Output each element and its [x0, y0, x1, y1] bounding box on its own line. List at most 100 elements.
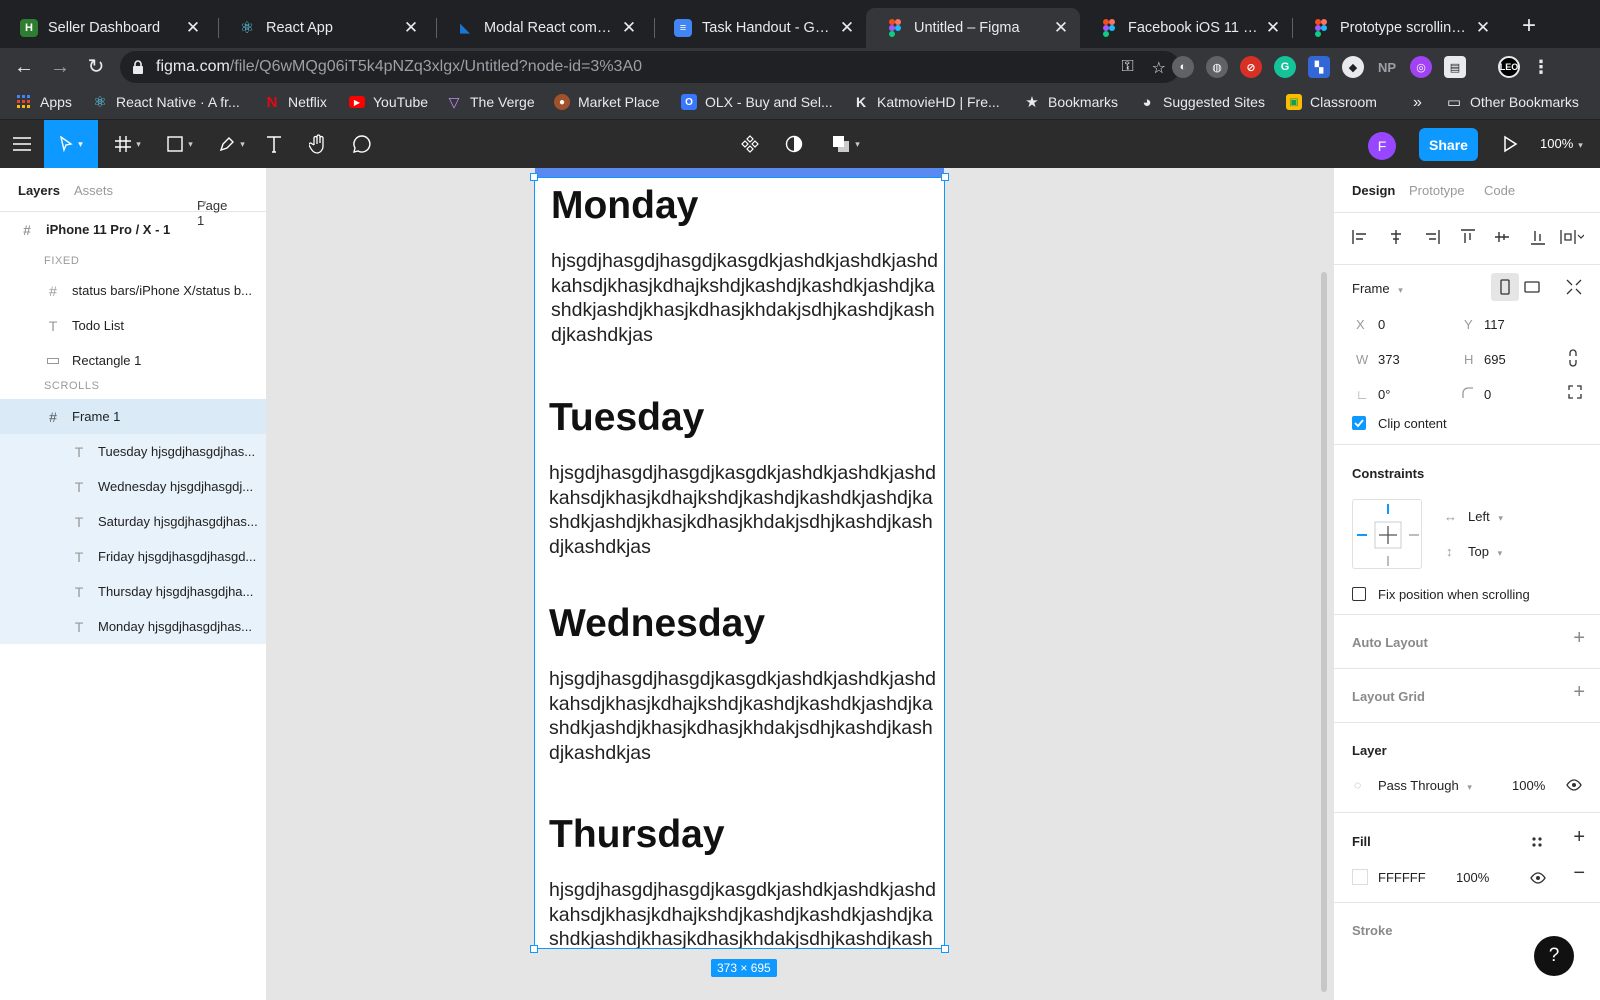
close-icon[interactable]: ✕ [838, 18, 856, 38]
bookmark-apps[interactable]: Apps [16, 94, 72, 110]
tab-code[interactable]: Code [1484, 183, 1515, 198]
components-button[interactable] [738, 120, 762, 168]
browser-tab-active[interactable]: Untitled – Figma ✕ [866, 8, 1080, 48]
bookmark-react-native[interactable]: ⚛ React Native · A fr... [92, 94, 239, 111]
share-button[interactable]: Share [1419, 128, 1478, 161]
style-grid-icon[interactable] [1530, 835, 1544, 849]
bookmarks-overflow-button[interactable]: » [1413, 94, 1422, 112]
landscape-icon[interactable] [1524, 281, 1540, 293]
layer-status-bars[interactable]: # status bars/iPhone X/status b... [0, 273, 266, 308]
resize-handle[interactable] [530, 173, 538, 181]
fill-hex-input[interactable]: FFFFFF [1378, 870, 1426, 885]
bookmark-katmoviehd[interactable]: K KatmovieHD | Fre... [853, 94, 1000, 110]
blend-mode-dropdown[interactable]: Pass Through ▾ [1378, 778, 1472, 793]
constrain-proportions-icon[interactable] [1568, 349, 1578, 367]
tab-assets[interactable]: Assets [74, 183, 113, 198]
layer-frame-1[interactable]: # Frame 1 [0, 399, 266, 434]
bookmark-star-icon[interactable]: ☆ [1152, 58, 1166, 78]
remove-fill-minus-icon[interactable]: − [1573, 862, 1585, 885]
shape-tool-button[interactable]: ▾ [160, 120, 200, 168]
add-fill-plus-icon[interactable]: + [1573, 826, 1585, 849]
day-body-text[interactable]: hjsgdjhasgdjhasgdjkasgdkjashdkjashdkjash… [549, 667, 941, 765]
rotation-input[interactable]: 0° [1378, 387, 1390, 402]
layer-rectangle-1[interactable]: Rectangle 1 [0, 343, 266, 378]
bookmark-market-place[interactable]: ● Market Place [554, 94, 660, 110]
browser-tab[interactable]: H Seller Dashboard ✕ [0, 8, 212, 48]
frame-tool-button[interactable]: ▾ [108, 120, 148, 168]
extension-color-icon[interactable]: ◆ [1342, 56, 1364, 78]
canvas-scrollbar[interactable] [1321, 272, 1327, 992]
width-input[interactable]: 373 [1378, 352, 1400, 367]
layer-child-text[interactable]: T Monday hjsgdjhasgdjhas... [0, 609, 266, 644]
zoom-dropdown[interactable]: 100% ▾ [1540, 136, 1583, 151]
fix-position-checkbox[interactable] [1352, 587, 1366, 601]
close-icon[interactable]: ✕ [1474, 18, 1492, 38]
text-tool-button[interactable] [262, 120, 286, 168]
layer-opacity-input[interactable]: 100% [1512, 778, 1545, 793]
eye-icon[interactable] [1530, 872, 1546, 884]
align-center-vertical-icon[interactable] [1494, 229, 1510, 245]
comment-tool-button[interactable] [350, 120, 374, 168]
extension-np-icon[interactable]: NP [1376, 56, 1398, 78]
back-arrow-icon[interactable]: ← [10, 53, 38, 81]
frame-1[interactable]: Monday hjsgdjhasgdjhasgdjkasgdkjashdkjas… [535, 178, 944, 948]
pen-tool-button[interactable]: ▾ [212, 120, 252, 168]
x-input[interactable]: 0 [1378, 317, 1385, 332]
close-icon[interactable]: ✕ [1264, 18, 1282, 38]
layer-child-text[interactable]: T Thursday hjsgdjhasgdjha... [0, 574, 266, 609]
tab-prototype[interactable]: Prototype [1409, 183, 1465, 198]
present-play-icon[interactable] [1500, 134, 1520, 154]
align-bottom-icon[interactable] [1530, 229, 1546, 245]
tab-layers[interactable]: Layers [18, 183, 60, 198]
day-heading[interactable]: Thursday [549, 813, 725, 857]
clip-content-checkbox[interactable] [1352, 416, 1366, 430]
layer-todo-list[interactable]: T Todo List [0, 308, 266, 343]
day-heading[interactable]: Wednesday [549, 602, 765, 646]
frame-type-dropdown[interactable]: Frame ▾ [1352, 281, 1403, 296]
browser-tab[interactable]: Facebook iOS 11 (Copy) ✕ [1080, 8, 1292, 48]
height-input[interactable]: 695 [1484, 352, 1506, 367]
align-left-icon[interactable] [1352, 229, 1368, 245]
align-right-icon[interactable] [1424, 229, 1440, 245]
more-menu-icon[interactable]: ⋮ [1530, 56, 1552, 78]
move-tool-button[interactable]: ▾ [44, 120, 98, 168]
layer-child-text[interactable]: T Friday hjsgdjhasgdjhasgd... [0, 539, 266, 574]
other-bookmarks[interactable]: ▭ Other Bookmarks [1446, 94, 1579, 111]
close-icon[interactable]: ✕ [402, 18, 420, 38]
extension-icon[interactable]: ◐ [1172, 56, 1194, 78]
tab-design[interactable]: Design [1352, 183, 1395, 198]
day-heading[interactable]: Tuesday [549, 396, 704, 440]
bookmark-olx[interactable]: O OLX - Buy and Sel... [681, 94, 833, 110]
layer-root-frame[interactable]: # iPhone 11 Pro / X - 1 [0, 212, 266, 247]
extension-note-icon[interactable]: ▤ [1444, 56, 1466, 78]
reload-icon[interactable]: ↻ [82, 53, 110, 81]
day-heading[interactable]: Monday [551, 184, 698, 228]
corner-radius-input[interactable]: 0 [1484, 387, 1491, 402]
bookmark-bookmarks[interactable]: ★ Bookmarks [1024, 94, 1118, 111]
new-tab-plus-icon[interactable]: + [1515, 12, 1543, 40]
boolean-ops-button[interactable]: ▾ [826, 120, 866, 168]
eye-icon[interactable] [1566, 779, 1582, 791]
resize-handle[interactable] [941, 945, 949, 953]
portrait-orientation-button[interactable] [1491, 273, 1519, 301]
bookmark-the-verge[interactable]: ▽ The Verge [446, 94, 535, 111]
horizontal-constraint-dropdown[interactable]: Left ▾ [1468, 509, 1503, 524]
constraints-widget[interactable] [1352, 499, 1422, 569]
browser-tab[interactable]: Prototype scrolling with ✕ [1292, 8, 1502, 48]
profile-avatar-icon[interactable]: LEO [1498, 56, 1520, 78]
key-icon[interactable]: ⚿ [1121, 58, 1133, 78]
user-avatar[interactable]: F [1368, 132, 1396, 160]
align-center-horizontal-icon[interactable] [1388, 229, 1404, 245]
independent-corners-icon[interactable] [1568, 385, 1582, 399]
day-body-text[interactable]: hjsgdjhasgdjhasgdjkasgdkjashdkjashdkjash… [551, 249, 943, 347]
add-layout-grid-plus-icon[interactable]: + [1573, 681, 1585, 704]
fill-color-swatch[interactable] [1352, 869, 1368, 885]
resize-to-fit-icon[interactable] [1566, 279, 1582, 295]
distribute-icon[interactable] [1560, 229, 1584, 245]
extension-circle-icon[interactable]: ◎ [1410, 56, 1432, 78]
bookmark-suggested-sites[interactable]: ◕ Suggested Sites [1139, 94, 1265, 111]
resize-handle[interactable] [941, 173, 949, 181]
close-icon[interactable]: ✕ [620, 18, 638, 38]
align-top-icon[interactable] [1460, 229, 1476, 245]
close-icon[interactable]: ✕ [184, 18, 202, 38]
